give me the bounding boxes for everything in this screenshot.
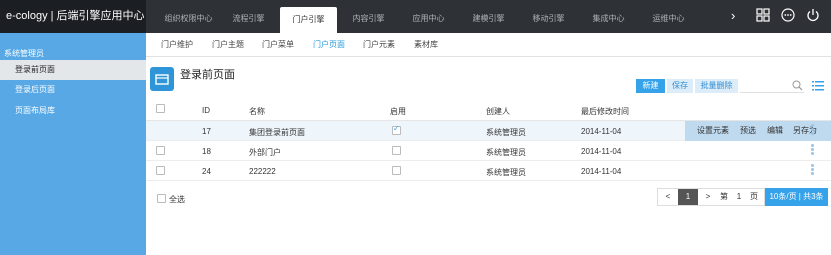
table-row[interactable]: 18 外部门户 系统管理员 2014-11-04 bbox=[146, 141, 831, 161]
list-view-icon[interactable] bbox=[812, 80, 824, 91]
prev-page-button[interactable]: < bbox=[658, 189, 678, 205]
next-page-button[interactable]: > bbox=[698, 189, 718, 205]
top-tabs: 组织权限中心 流程引擎 门户引擎 内容引擎 应用中心 建模引擎 移动引擎 集成中… bbox=[160, 0, 700, 33]
page-size-summary[interactable]: 10条/页 | 共3条 bbox=[765, 188, 828, 206]
set-elements-button[interactable]: 设置元素 bbox=[697, 121, 729, 141]
tab-app-center[interactable]: 应用中心 bbox=[400, 0, 457, 33]
tab-mobile-engine[interactable]: 移动引擎 bbox=[520, 0, 577, 33]
cell-name[interactable]: 222222 bbox=[249, 167, 276, 176]
goto-suffix: 页 bbox=[750, 192, 758, 201]
row-select-checkbox[interactable] bbox=[156, 146, 165, 155]
col-header-creator: 创建人 bbox=[486, 107, 510, 116]
cell-name[interactable]: 集团登录前页面 bbox=[249, 127, 305, 138]
cell-id: 17 bbox=[202, 127, 211, 136]
subtab-portal-menu[interactable]: 门户菜单 bbox=[262, 33, 294, 57]
sidebar-title: 系统管理员 bbox=[4, 49, 44, 58]
cell-modified: 2014-11-04 bbox=[581, 147, 622, 156]
page-icon bbox=[150, 67, 174, 91]
enabled-checkbox[interactable] bbox=[392, 146, 401, 155]
chevron-right-icon[interactable]: › bbox=[731, 9, 735, 22]
table-header: ID 名称 启用 创建人 最后修改时间 bbox=[146, 99, 831, 121]
enabled-checkbox[interactable] bbox=[392, 166, 401, 175]
left-sidebar: 系统管理员 登录前页面 登录后页面 页面布局库 bbox=[0, 33, 146, 255]
tab-workflow-engine[interactable]: 流程引擎 bbox=[220, 0, 277, 33]
subtab-portal-theme[interactable]: 门户主题 bbox=[212, 33, 244, 57]
select-all-label[interactable]: 全选 bbox=[169, 194, 185, 205]
brand-title: e-cology | 后端引擎应用中心 bbox=[0, 0, 146, 33]
power-icon[interactable] bbox=[806, 8, 820, 22]
cell-name[interactable]: 外部门户 bbox=[249, 147, 281, 158]
tab-portal-engine[interactable]: 门户引擎 bbox=[280, 7, 337, 33]
subtab-portal-pages[interactable]: 门户页面 bbox=[313, 33, 345, 57]
batch-delete-button[interactable]: 批量删除 bbox=[695, 79, 738, 93]
goto-page-input[interactable]: 1 bbox=[732, 189, 746, 205]
more-circle-icon[interactable] bbox=[781, 8, 795, 22]
app-root: e-cology | 后端引擎应用中心 组织权限中心 流程引擎 门户引擎 内容引… bbox=[0, 0, 831, 255]
edit-button[interactable]: 编辑 bbox=[767, 121, 783, 141]
subtab-portal-elements[interactable]: 门户元素 bbox=[363, 33, 395, 57]
table-row[interactable]: 24 222222 系统管理员 2014-11-04 bbox=[146, 161, 831, 181]
header-select-checkbox[interactable] bbox=[156, 104, 165, 113]
col-header-modified: 最后修改时间 bbox=[581, 107, 629, 116]
more-vertical-icon[interactable] bbox=[811, 164, 815, 176]
goto-prefix: 第 bbox=[720, 192, 728, 201]
cell-creator: 系统管理员 bbox=[486, 148, 526, 157]
cell-id: 24 bbox=[202, 167, 211, 176]
enabled-checkbox[interactable] bbox=[392, 124, 401, 135]
subtab-portal-maintenance[interactable]: 门户维护 bbox=[161, 33, 193, 57]
tab-modeling-engine[interactable]: 建模引擎 bbox=[460, 0, 517, 33]
grid-icon[interactable] bbox=[756, 8, 770, 22]
page-title: 登录前页面 bbox=[180, 69, 235, 81]
current-page[interactable]: 1 bbox=[678, 189, 698, 205]
search-icon[interactable] bbox=[792, 80, 803, 91]
pagination: < 1 > 第 1 页 bbox=[657, 188, 765, 206]
row-select-checkbox[interactable] bbox=[156, 166, 165, 175]
cell-modified: 2014-11-04 bbox=[581, 167, 622, 176]
col-header-name: 名称 bbox=[249, 107, 265, 116]
page-layout-icon bbox=[155, 74, 169, 85]
select-all-checkbox[interactable] bbox=[157, 194, 166, 203]
new-button[interactable]: 新建 bbox=[636, 79, 665, 93]
cell-creator: 系统管理员 bbox=[486, 168, 526, 177]
subtab-material-library[interactable]: 素材库 bbox=[414, 33, 438, 57]
more-vertical-icon[interactable] bbox=[811, 144, 815, 156]
tab-org-permissions[interactable]: 组织权限中心 bbox=[160, 0, 217, 33]
sidebar-item-login-after[interactable]: 登录后页面 bbox=[0, 80, 146, 100]
top-bar: e-cology | 后端引擎应用中心 组织权限中心 流程引擎 门户引擎 内容引… bbox=[0, 0, 831, 33]
sidebar-item-layout-library[interactable]: 页面布局库 bbox=[0, 101, 146, 121]
save-button[interactable]: 保存 bbox=[667, 79, 693, 93]
cell-creator: 系统管理员 bbox=[486, 128, 526, 137]
sidebar-item-login-before[interactable]: 登录前页面 bbox=[0, 60, 146, 80]
tab-content-engine[interactable]: 内容引擎 bbox=[340, 0, 397, 33]
more-vertical-icon[interactable] bbox=[811, 124, 815, 136]
tab-ops-center[interactable]: 运维中心 bbox=[640, 0, 697, 33]
tab-integration-center[interactable]: 集成中心 bbox=[580, 0, 637, 33]
col-header-id: ID bbox=[202, 106, 210, 115]
preview-button[interactable]: 预选 bbox=[740, 121, 756, 141]
col-header-enabled: 启用 bbox=[390, 107, 406, 116]
cell-id: 18 bbox=[202, 147, 211, 156]
row-actions-bar: 设置元素 预选 编辑 另存为 bbox=[685, 121, 831, 141]
cell-modified: 2014-11-04 bbox=[581, 127, 622, 136]
sub-tabs: 门户维护 门户主题 门户菜单 门户页面 门户元素 素材库 bbox=[146, 33, 831, 57]
